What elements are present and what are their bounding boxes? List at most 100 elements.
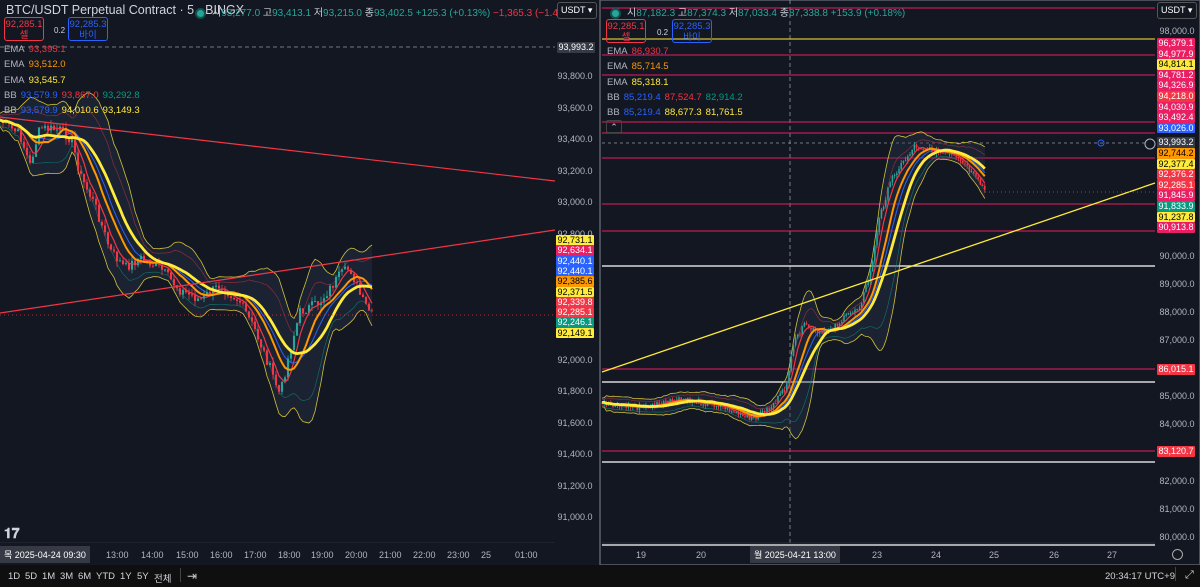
indicator-legend[interactable]: BB 85,219.4 88,677.3 81,761.5 xyxy=(607,107,747,118)
candle xyxy=(178,288,182,295)
candle xyxy=(235,299,239,301)
range-button[interactable]: 1Y xyxy=(120,571,132,582)
candle xyxy=(981,184,984,186)
candle xyxy=(794,337,797,346)
candle xyxy=(896,173,898,175)
price-tag: 92,744.2 xyxy=(1157,148,1195,159)
range-button[interactable]: 1M xyxy=(42,571,55,582)
price-axis-label: 89,000.0 xyxy=(1159,278,1195,289)
currency-select-right[interactable]: USDT ▾ xyxy=(1157,2,1197,19)
price-tag: 93,026.0 xyxy=(1157,122,1195,134)
clock[interactable]: 20:34:17 UTC+9 xyxy=(1105,571,1175,582)
time-axis-label: 21:00 xyxy=(379,550,402,560)
currency-select[interactable]: USDT ▾ xyxy=(557,2,597,19)
gear-icon[interactable] xyxy=(1172,549,1183,560)
range-button[interactable]: 5D xyxy=(25,571,37,582)
candle xyxy=(819,332,821,334)
candle xyxy=(955,155,957,158)
time-axis-label: 20 xyxy=(696,550,707,560)
candle xyxy=(797,334,799,338)
range-button[interactable]: 전체 xyxy=(154,571,171,585)
candle xyxy=(977,176,979,180)
price-tag: 92,246.1 xyxy=(556,317,594,328)
sell-button-right[interactable]: 92,285.1 셀 xyxy=(606,19,646,43)
candle xyxy=(172,279,176,286)
candle xyxy=(880,209,883,219)
candle xyxy=(76,152,80,171)
candle xyxy=(913,144,916,150)
candle xyxy=(783,390,786,392)
candle xyxy=(130,260,134,270)
candle xyxy=(882,206,885,210)
candle xyxy=(364,297,368,304)
indicator-legend[interactable]: BB 85,219.4 87,524.7 82,914.2 xyxy=(607,92,747,103)
range-button[interactable]: YTD xyxy=(96,571,115,582)
sell-button[interactable]: 92,285.1 셀 xyxy=(4,17,44,41)
buy-button[interactable]: 92,285.3 바이 xyxy=(68,17,108,41)
price-tag: 92,377.4 xyxy=(1157,158,1195,170)
price-tag: 91,237.8 xyxy=(1157,211,1195,223)
price-axis-label: 93,200.0 xyxy=(557,165,593,176)
market-status-icon xyxy=(197,9,204,17)
candle xyxy=(271,363,275,375)
indicator-legend[interactable]: EMA 85,318.1 xyxy=(607,77,673,88)
tradingview-logo[interactable]: 𝟏𝟕 xyxy=(4,525,20,542)
candle xyxy=(268,363,272,365)
price-tag: 90,913.8 xyxy=(1157,222,1195,233)
price-tag: 93,993.2 xyxy=(1157,137,1195,148)
candle xyxy=(55,129,59,131)
candle xyxy=(214,285,218,287)
candle xyxy=(876,232,878,246)
fullscreen-icon[interactable]: ⤢ xyxy=(1185,569,1194,582)
price-axis-label: 91,200.0 xyxy=(557,480,593,491)
buy-button-right[interactable]: 92,285.3 바이 xyxy=(672,19,712,43)
indicator-legend[interactable]: BB 93,579.9 94,010.6 93,149.3 xyxy=(4,105,144,116)
candle xyxy=(370,310,374,312)
chevron-up-icon[interactable]: ⌃ xyxy=(606,120,622,133)
range-button[interactable]: 1D xyxy=(8,571,20,582)
candle xyxy=(744,416,746,418)
candle xyxy=(900,163,902,170)
price-axis-label: 87,000.0 xyxy=(1159,335,1195,346)
indicator-legend[interactable]: EMA 93,545.7 xyxy=(4,75,70,86)
candle xyxy=(891,175,894,183)
candle xyxy=(957,157,960,159)
price-tag: 86,015.1 xyxy=(1157,364,1195,375)
time-axis-label: 25 xyxy=(989,550,1000,560)
range-button[interactable]: 6M xyxy=(78,571,91,582)
candle xyxy=(953,154,955,156)
time-axis-label: 16:00 xyxy=(210,550,233,560)
candle xyxy=(88,189,92,197)
indicator-legend[interactable]: BB 93,579.9 93,867.0 93,292.8 xyxy=(4,90,144,101)
candle xyxy=(805,323,808,325)
candle xyxy=(193,295,197,301)
candle xyxy=(893,174,896,176)
candle xyxy=(181,289,185,295)
candle xyxy=(331,285,335,288)
candle xyxy=(907,156,909,161)
candle xyxy=(970,171,973,173)
candle xyxy=(16,129,20,132)
candle xyxy=(836,323,839,326)
candle xyxy=(768,408,770,410)
charts-canvas[interactable] xyxy=(0,0,1200,587)
candle xyxy=(13,128,17,132)
candle xyxy=(959,158,962,161)
calendar-goto-icon[interactable]: ⇥ xyxy=(187,569,197,583)
left-ohlc: 시93,277.0 고93,413.1 저93,215.0 종93,402.5 … xyxy=(197,4,576,19)
time-axis-label: 26 xyxy=(1049,550,1060,560)
candle xyxy=(678,397,680,400)
indicator-legend[interactable]: EMA 93,395.1 xyxy=(4,44,70,55)
candle xyxy=(43,125,47,129)
left-pane xyxy=(0,0,600,565)
candle xyxy=(812,328,814,330)
candle xyxy=(40,127,44,129)
range-button[interactable]: 3M xyxy=(60,571,73,582)
candle xyxy=(361,294,365,298)
indicator-legend[interactable]: EMA 86,930.7 xyxy=(607,46,673,57)
candle xyxy=(781,390,784,394)
indicator-legend[interactable]: EMA 85,714.5 xyxy=(607,61,673,72)
range-button[interactable]: 5Y xyxy=(137,571,149,582)
candle xyxy=(34,144,38,157)
indicator-legend[interactable]: EMA 93,512.0 xyxy=(4,59,70,70)
